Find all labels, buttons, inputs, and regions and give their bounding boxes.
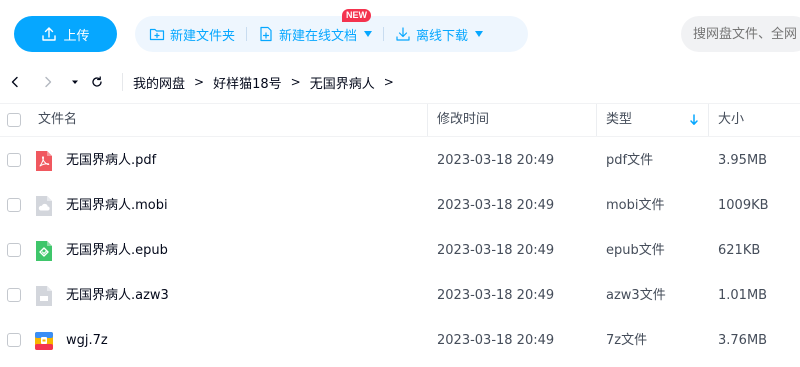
breadcrumb: 我的网盘 > 好样猫18号 > 无国界病人 >	[133, 64, 394, 100]
table-header: 文件名 修改时间 类型 大小	[0, 103, 800, 137]
back-button[interactable]	[7, 74, 23, 90]
file-type: pdf文件	[606, 153, 654, 168]
column-divider[interactable]	[427, 104, 428, 136]
history-dropdown-button[interactable]	[67, 74, 83, 90]
file-type: 7z文件	[606, 333, 648, 348]
file-modified-time: 2023-03-18 20:49	[437, 153, 555, 168]
file-name[interactable]: 无国界病人.pdf	[66, 138, 156, 183]
breadcrumb-bar: 我的网盘 > 好样猫18号 > 无国界病人 >	[0, 64, 800, 100]
action-group: 新建文件夹 新建在线文档 NEW 离线下载	[135, 8, 528, 52]
file-type: mobi文件	[606, 198, 665, 213]
file-name[interactable]: 无国界病人.mobi	[66, 183, 168, 228]
epub-file-icon	[36, 241, 52, 261]
new-document-icon	[260, 26, 272, 42]
chevron-down-icon	[475, 31, 484, 37]
breadcrumb-separator: >	[290, 75, 301, 89]
table-row[interactable]: 无国界病人.mobi 2023-03-18 20:49 mobi文件 1009K…	[0, 183, 800, 228]
generic-file-icon	[36, 286, 52, 306]
refresh-button[interactable]	[89, 74, 105, 90]
file-type: azw3文件	[606, 288, 666, 303]
generic-file-icon	[36, 196, 52, 216]
upload-label: 上传	[63, 28, 90, 44]
forward-button[interactable]	[40, 74, 56, 90]
file-size: 1009KB	[718, 198, 769, 213]
chevron-right-icon	[45, 76, 52, 88]
breadcrumb-divider	[122, 73, 123, 91]
download-icon	[396, 27, 410, 41]
row-checkbox[interactable]	[7, 243, 21, 257]
file-modified-time: 2023-03-18 20:49	[437, 198, 555, 213]
chevron-left-icon	[11, 76, 18, 88]
column-header-type[interactable]: 类型	[606, 104, 632, 136]
column-header-size[interactable]: 大小	[718, 104, 744, 136]
column-header-name[interactable]: 文件名	[38, 104, 77, 136]
select-all-checkbox[interactable]	[7, 113, 21, 127]
toolbar-divider	[246, 27, 248, 41]
file-modified-time: 2023-03-18 20:49	[437, 333, 555, 348]
file-size: 3.76MB	[718, 333, 768, 348]
new-online-doc-button[interactable]: 新建在线文档 NEW	[258, 8, 373, 44]
file-modified-time: 2023-03-18 20:49	[437, 243, 555, 258]
file-size: 621KB	[718, 243, 761, 258]
table-row[interactable]: wgj.7z 2023-03-18 20:49 7z文件 3.76MB	[0, 318, 800, 363]
upload-button[interactable]: 上传	[14, 16, 117, 52]
file-name[interactable]: 无国界病人.azw3	[66, 273, 169, 318]
search-input[interactable]	[681, 16, 800, 52]
chevron-down-icon	[364, 31, 373, 37]
file-size: 3.95MB	[718, 153, 768, 168]
table-row[interactable]: 无国界病人.pdf 2023-03-18 20:49 pdf文件 3.95MB	[0, 138, 800, 183]
column-header-modified[interactable]: 修改时间	[437, 104, 489, 136]
row-checkbox[interactable]	[7, 333, 21, 347]
table-row[interactable]: 无国界病人.epub 2023-03-18 20:49 epub文件 621KB	[0, 228, 800, 273]
toolbar-divider	[383, 27, 385, 41]
offline-download-button[interactable]: 离线下载	[395, 25, 484, 44]
upload-icon	[42, 27, 57, 41]
file-size: 1.01MB	[718, 288, 768, 303]
new-badge: NEW	[342, 8, 372, 22]
refresh-icon	[92, 76, 102, 87]
sort-descending-icon[interactable]	[689, 112, 699, 128]
breadcrumb-separator: >	[383, 75, 394, 89]
row-checkbox[interactable]	[7, 198, 21, 212]
column-divider[interactable]	[708, 104, 709, 136]
offline-download-label: 离线下载	[416, 28, 469, 44]
toolbar: 上传 新建文件夹 新建在线文档 NEW 离线下载	[0, 0, 800, 64]
breadcrumb-item-root[interactable]: 我的网盘	[133, 73, 185, 92]
new-folder-button[interactable]: 新建文件夹	[149, 25, 235, 44]
archive-file-icon	[35, 332, 53, 350]
new-online-doc-label: 新建在线文档	[279, 28, 358, 44]
file-name[interactable]: wgj.7z	[66, 318, 108, 363]
breadcrumb-separator: >	[194, 75, 205, 89]
file-modified-time: 2023-03-18 20:49	[437, 288, 555, 303]
row-checkbox[interactable]	[7, 288, 21, 302]
table-row[interactable]: 无国界病人.azw3 2023-03-18 20:49 azw3文件 1.01M…	[0, 273, 800, 318]
column-divider[interactable]	[596, 104, 597, 136]
new-folder-label: 新建文件夹	[170, 28, 236, 44]
new-folder-icon	[149, 28, 165, 41]
file-type: epub文件	[606, 243, 665, 258]
breadcrumb-item-folder[interactable]: 好样猫18号	[213, 73, 282, 92]
row-checkbox[interactable]	[7, 153, 21, 167]
file-name[interactable]: 无国界病人.epub	[66, 228, 168, 273]
breadcrumb-item-current[interactable]: 无国界病人	[310, 73, 375, 92]
pdf-file-icon	[36, 151, 52, 171]
caret-down-icon	[72, 80, 78, 84]
